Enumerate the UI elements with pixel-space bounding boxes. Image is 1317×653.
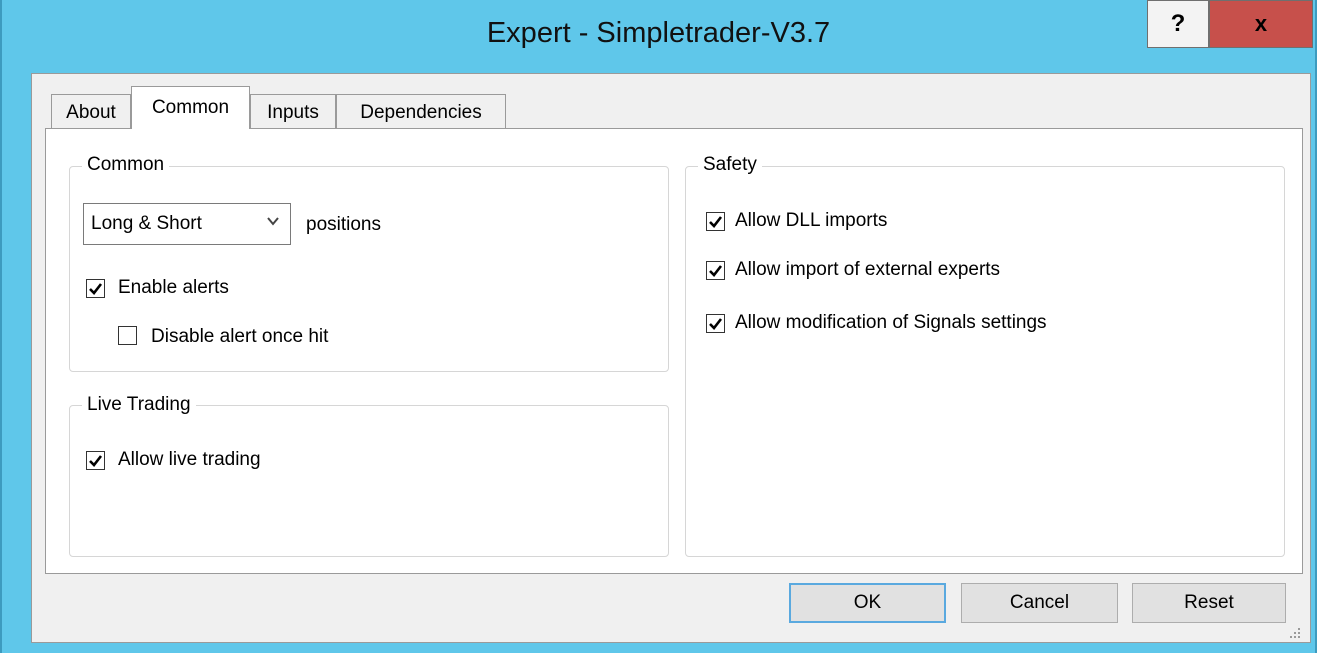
tab-dependencies[interactable]: Dependencies xyxy=(336,94,506,130)
tab-label: About xyxy=(66,101,116,123)
safety-group-title: Safety xyxy=(698,154,762,176)
allow-dll-imports-label: Allow DLL imports xyxy=(735,210,888,231)
allow-import-external-experts-checkbox[interactable] xyxy=(706,261,725,280)
disable-alert-once-hit-checkbox[interactable] xyxy=(118,326,137,345)
tab-label: Inputs xyxy=(267,101,319,123)
cancel-button[interactable]: Cancel xyxy=(961,583,1118,623)
checkmark-icon xyxy=(709,318,723,330)
help-button[interactable]: ? xyxy=(1147,0,1209,48)
positions-label: positions xyxy=(306,214,381,235)
allow-dll-imports-checkbox[interactable] xyxy=(706,212,725,231)
tab-label: Dependencies xyxy=(360,101,482,123)
chevron-down-icon xyxy=(267,217,279,226)
checkmark-icon xyxy=(709,265,723,277)
live-trading-groupbox xyxy=(69,405,669,557)
enable-alerts-checkbox[interactable] xyxy=(86,279,105,298)
allow-import-external-experts-label: Allow import of external experts xyxy=(735,259,1001,280)
allow-live-trading-label: Allow live trading xyxy=(118,449,261,470)
positions-select[interactable]: Long & Short xyxy=(83,203,291,245)
checkmark-icon xyxy=(709,216,723,228)
checkmark-icon xyxy=(89,455,103,467)
tab-inputs[interactable]: Inputs xyxy=(250,94,336,130)
close-button[interactable]: x xyxy=(1209,0,1313,48)
allow-modify-signals-label: Allow modification of Signals settings xyxy=(735,312,1047,333)
enable-alerts-label: Enable alerts xyxy=(118,277,229,298)
tab-common[interactable]: Common xyxy=(131,86,250,129)
window-title: Expert - Simpletrader-V3.7 xyxy=(486,16,831,49)
disable-alert-once-hit-label: Disable alert once hit xyxy=(151,326,329,347)
checkmark-icon xyxy=(89,283,103,295)
ok-button[interactable]: OK xyxy=(789,583,946,623)
resize-grip-icon[interactable] xyxy=(1287,625,1301,639)
tab-label: Common xyxy=(151,97,230,118)
tab-about[interactable]: About xyxy=(51,94,131,130)
live-trading-group-title: Live Trading xyxy=(82,394,196,416)
reset-button[interactable]: Reset xyxy=(1132,583,1286,623)
allow-live-trading-checkbox[interactable] xyxy=(86,451,105,470)
dialog-window: Expert - Simpletrader-V3.7 ? x About Com… xyxy=(0,0,1317,653)
common-group-title: Common xyxy=(82,154,170,176)
positions-select-value: Long & Short xyxy=(91,213,202,234)
allow-modify-signals-checkbox[interactable] xyxy=(706,314,725,333)
